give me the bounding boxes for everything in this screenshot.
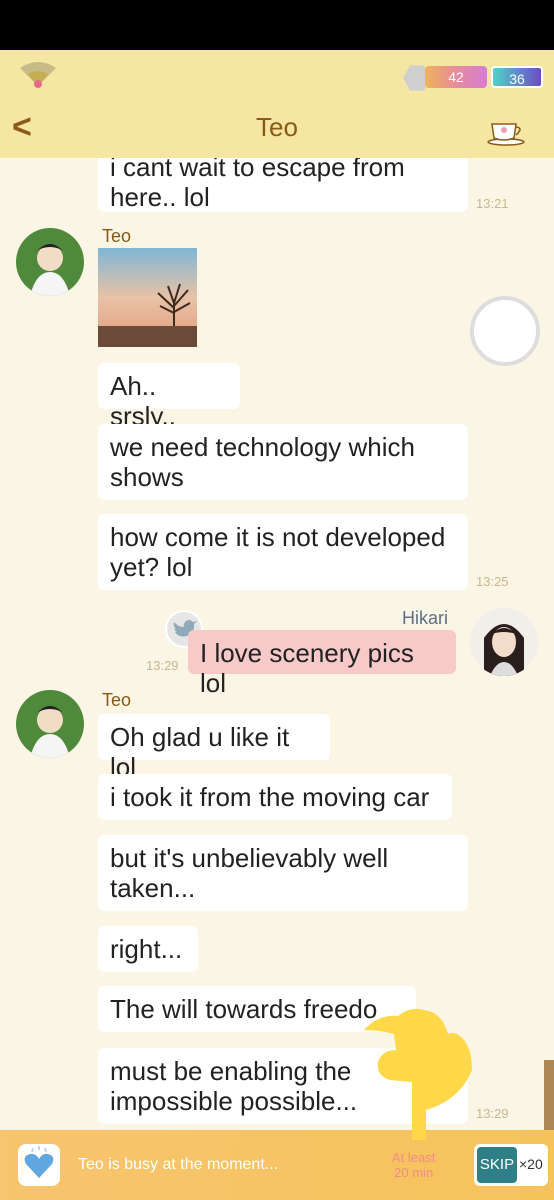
skip-button[interactable]: SKIP ×20	[474, 1144, 548, 1186]
coffee-cup-icon[interactable]	[486, 118, 526, 146]
timestamp: 13:21	[476, 196, 509, 211]
timestamp: 13:29	[476, 1106, 509, 1121]
timestamp: 13:29	[146, 658, 179, 673]
scrollbar[interactable]	[544, 1060, 554, 1130]
heart-icon	[24, 1146, 54, 1178]
heart-count-badge[interactable]: 42	[425, 66, 487, 88]
message-text: i took it from the moving car	[110, 782, 430, 812]
avatar[interactable]	[16, 228, 84, 296]
message-text: Oh glad u like it lol	[110, 722, 290, 782]
timestamp: 13:25	[476, 574, 509, 589]
diamond-count-badge[interactable]: 36	[491, 66, 543, 88]
message-bubble: must be enabling the impossible possible…	[98, 1048, 468, 1124]
message-bubble: we need technology which shows	[98, 424, 468, 500]
message-text: but it's unbelievably well taken...	[110, 843, 389, 903]
message-bubble: how come it is not developed yet? lol	[98, 514, 468, 590]
message-bubble: Oh glad u like it lol	[98, 714, 330, 782]
message-text: we need technology which shows	[110, 432, 415, 492]
wait-label-line: At least	[392, 1150, 436, 1165]
message-text: The will towards freedo	[110, 994, 378, 1024]
message-bubble: i cant wait to escape from here.. lol	[98, 158, 468, 212]
floating-circle-button[interactable]	[470, 296, 540, 366]
message-text: right...	[110, 934, 183, 964]
message-text: must be enabling the impossible possible…	[110, 1056, 358, 1116]
system-status-bar	[0, 0, 554, 50]
signal-icon	[20, 62, 56, 88]
message-text: i cant wait to escape from	[110, 158, 405, 182]
message-bubble: Ah.. srsly..	[98, 363, 240, 431]
avatar[interactable]	[16, 690, 84, 758]
heart-button[interactable]	[18, 1144, 60, 1186]
skip-label: SKIP	[477, 1147, 517, 1183]
sender-name: Teo	[102, 690, 132, 710]
wait-time-label: At least 20 min	[392, 1150, 435, 1180]
chat-header: 42 36 < Teo	[0, 50, 554, 158]
sender-name: Hikari	[402, 608, 449, 628]
busy-status-text: Teo is busy at the moment...	[78, 1156, 279, 1173]
message-bubble: i took it from the moving car	[98, 774, 452, 820]
shared-photo[interactable]	[98, 248, 197, 347]
message-bubble: right...	[98, 926, 198, 972]
chat-title: Teo	[256, 112, 298, 142]
footer-bar: Teo is busy at the moment... At least 20…	[0, 1130, 554, 1200]
message-bubble: but it's unbelievably well taken...	[98, 835, 468, 911]
avatar[interactable]	[470, 608, 538, 676]
message-text: here.. lol	[110, 182, 210, 212]
sender-name: Teo	[102, 226, 132, 246]
message-text: how come it is not developed yet? lol	[110, 522, 446, 582]
own-message-bubble: I love scenery pics lol	[188, 630, 456, 698]
skip-multiplier: ×20	[519, 1156, 543, 1172]
message-bubble: The will towards freedo	[98, 986, 416, 1032]
wait-minutes: 20 min	[394, 1165, 434, 1180]
message-text: I love scenery pics lol	[200, 638, 414, 698]
message-text: Ah.. srsly..	[110, 371, 176, 431]
chat-area[interactable]: i cant wait to escape from here.. lol 13…	[0, 158, 554, 1130]
